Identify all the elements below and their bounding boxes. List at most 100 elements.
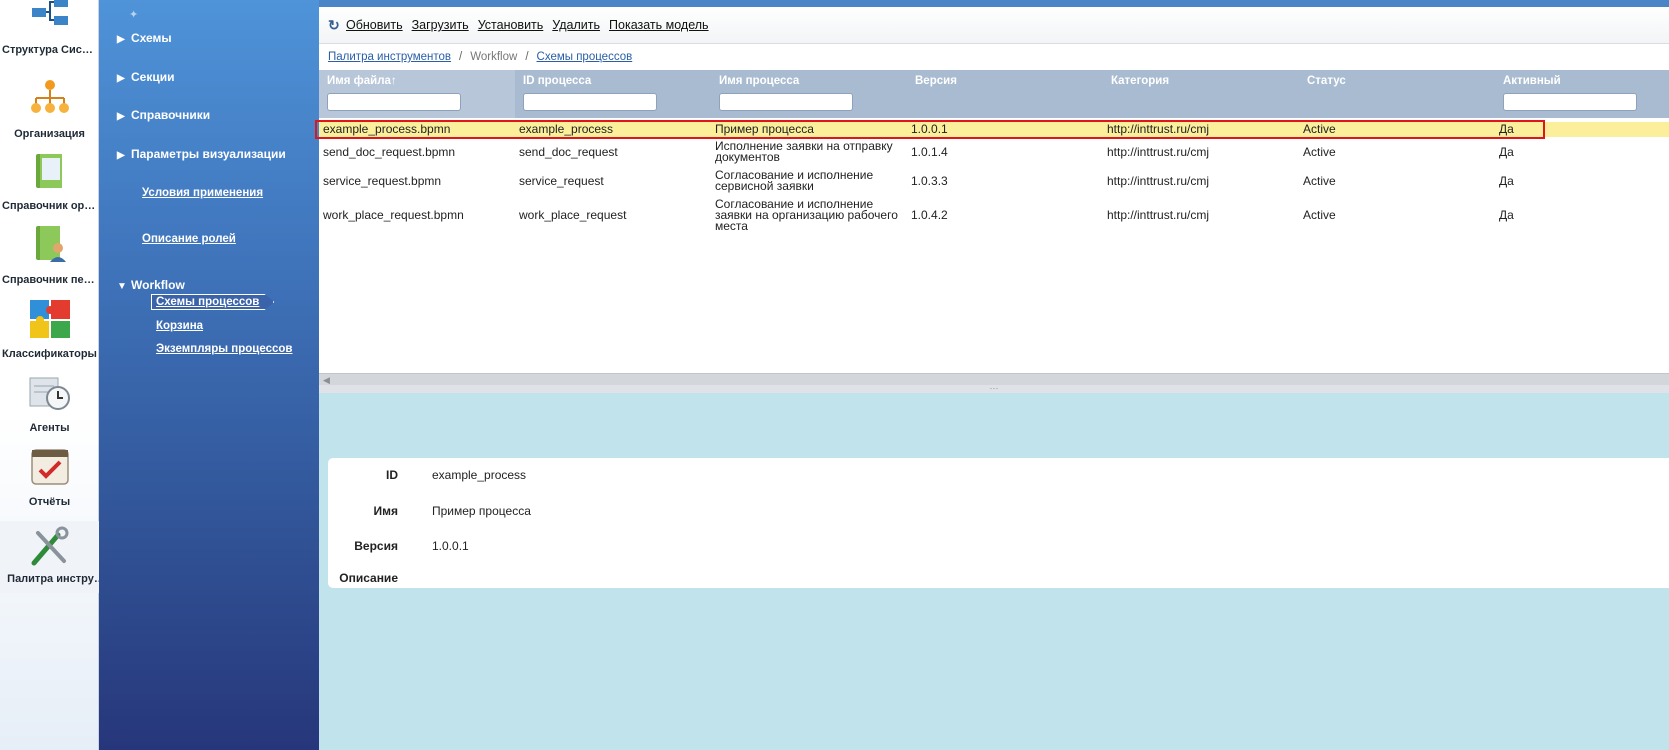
column-title: Имя процесса [719, 75, 800, 87]
rail-label: Организация [14, 128, 85, 140]
table-row[interactable]: example_process.bpmn example_process При… [319, 122, 1669, 137]
column-process-id[interactable]: ID процесса [515, 70, 711, 118]
rail-item-reports[interactable]: Отчёты [0, 446, 99, 512]
rail-label: Отчёты [28, 496, 71, 508]
column-process-name[interactable]: Имя процесса [711, 70, 907, 118]
breadcrumb-current[interactable]: Схемы процессов [537, 51, 633, 63]
rail-label: Классификаторы [2, 348, 97, 360]
column-version[interactable]: Версия [907, 70, 1103, 118]
grid-header: Имя файла↑ ID процесса Имя процесса Верс… [319, 70, 1669, 118]
column-title: ID процесса [523, 75, 592, 87]
column-active[interactable]: Активный [1495, 70, 1669, 118]
breadcrumb-root[interactable]: Палитра инструментов [328, 51, 451, 63]
reports-calendar-icon [31, 449, 69, 485]
cell-category: http://inttrust.ru/cmj [1107, 173, 1210, 188]
personnel-directory-icon [36, 226, 66, 262]
cell-active: Да [1499, 173, 1514, 188]
cell-status: Active [1303, 173, 1336, 188]
rail-item-classifiers[interactable]: Классификаторы [0, 298, 99, 364]
panel-splitter[interactable]: ··· [319, 384, 1669, 393]
nav-link-conditions[interactable]: Условия применения [142, 187, 263, 199]
main-area: ↻ Обновить Загрузить Установить Удалить … [315, 0, 1669, 750]
nav-link-process-schemes[interactable]: Схемы процессов [151, 294, 275, 310]
cell-id: work_place_request [519, 208, 627, 222]
column-status[interactable]: Статус [1299, 70, 1495, 118]
agents-clock-icon [29, 377, 70, 410]
filter-input-file-name[interactable] [327, 93, 461, 111]
organization-icon [31, 80, 69, 113]
classifiers-puzzle-icon [30, 300, 70, 338]
rail-label: Агенты [29, 422, 70, 434]
column-title: Категория [1111, 75, 1170, 87]
cell-active: Да [1499, 208, 1514, 222]
triangle-right-icon: ▶ [117, 73, 125, 84]
rail-item-system-structure[interactable]: Структура Сист… [0, 0, 99, 66]
nav-section-sections[interactable]: ▶ Секции [117, 70, 174, 84]
filter-input-active[interactable] [1503, 93, 1637, 111]
cell-version: 1.0.4.2 [911, 208, 948, 222]
breadcrumb-separator: / [525, 51, 529, 63]
nav-section-visualization[interactable]: ▶ Параметры визуализации [117, 147, 286, 161]
cell-id: service_request [519, 173, 604, 188]
show-model-button[interactable]: Показать модель [609, 18, 709, 32]
rail-item-tools-palette[interactable]: Палитра инстру… [0, 521, 112, 593]
nav-link-process-instances[interactable]: Экземпляры процессов [156, 343, 292, 355]
table-row[interactable]: work_place_request.bpmn work_place_reque… [319, 197, 1669, 234]
refresh-icon[interactable]: ↻ [328, 18, 342, 32]
detail-name-value: Пример процесса [432, 504, 531, 518]
cell-id: example_process [519, 122, 614, 136]
cell-category: http://inttrust.ru/cmj [1107, 208, 1210, 222]
navigation-panel: ✦ ▶ Схемы ▶ Секции ▶ Справочники ▶ Параметры… [99, 0, 319, 750]
nav-link-roles[interactable]: Описание ролей [142, 233, 236, 245]
rail-item-org-directory[interactable]: Справочник орг… [0, 150, 99, 216]
nav-section-schemes[interactable]: ▶ Схемы [117, 31, 172, 45]
cell-active: Да [1499, 144, 1514, 159]
nav-section-label: Схемы [131, 31, 172, 45]
pin-icon[interactable]: ✦ [129, 8, 141, 21]
cell-name: Согласование и исполнение заявки на орга… [715, 197, 898, 233]
nav-section-label: Workflow [131, 278, 185, 292]
column-category[interactable]: Категория [1103, 70, 1299, 118]
detail-id-value: example_process [432, 468, 527, 482]
detail-name-label: Имя [373, 504, 398, 518]
cell-file: work_place_request.bpmn [323, 208, 464, 222]
cell-name: Исполнение заявки на отправку документов [715, 139, 893, 164]
triangle-right-icon: ▶ [117, 111, 125, 122]
nav-link-trash[interactable]: Корзина [156, 320, 203, 332]
tools-palette-icon [31, 526, 69, 566]
app-rail: Структура Сист… Организация Справочник о… [0, 0, 112, 750]
column-file-name[interactable]: Имя файла↑ [319, 70, 515, 118]
nav-section-directories[interactable]: ▶ Справочники [117, 108, 210, 122]
cell-version: 1.0.3.3 [911, 173, 948, 188]
rail-item-organization[interactable]: Организация [0, 78, 99, 144]
table-row[interactable]: service_request.bpmn service_request Сог… [319, 168, 1669, 194]
rail-item-personnel-directory[interactable]: Справочник пер… [0, 224, 99, 290]
delete-button[interactable]: Удалить [552, 18, 600, 32]
cell-id: send_doc_request [519, 144, 618, 159]
rail-label: Справочник орг… [2, 200, 97, 212]
detail-panel: ID example_process Имя Пример процесса В… [319, 393, 1669, 750]
nav-section-workflow[interactable]: ▼ Workflow [117, 278, 185, 292]
detail-card: ID example_process Имя Пример процесса В… [328, 458, 1669, 588]
refresh-button[interactable]: Обновить [346, 18, 403, 32]
cell-active: Да [1499, 122, 1514, 136]
system-structure-icon [32, 0, 68, 25]
install-button[interactable]: Установить [478, 18, 544, 32]
filter-input-process-id[interactable] [523, 93, 657, 111]
filter-input-process-name[interactable] [719, 93, 853, 111]
nav-section-label: Справочники [131, 108, 211, 122]
cell-file: service_request.bpmn [323, 173, 442, 188]
table-row[interactable]: send_doc_request.bpmn send_doc_request И… [319, 140, 1669, 164]
upload-button[interactable]: Загрузить [412, 18, 469, 32]
nav-section-label: Секции [131, 70, 175, 84]
cell-status: Active [1303, 144, 1336, 159]
column-title: Версия [915, 75, 957, 87]
cell-name: Согласование и исполнение сервисной заяв… [715, 168, 874, 193]
cell-name: Пример процесса [715, 122, 814, 136]
cell-file: send_doc_request.bpmn [323, 144, 456, 159]
nav-section-label: Параметры визуализации [131, 147, 286, 161]
detail-id-label: ID [386, 468, 398, 482]
breadcrumb: Палитра инструментов / Workflow / Схемы … [328, 48, 632, 66]
column-title: Статус [1307, 75, 1346, 87]
rail-item-agents[interactable]: Агенты [0, 372, 99, 438]
